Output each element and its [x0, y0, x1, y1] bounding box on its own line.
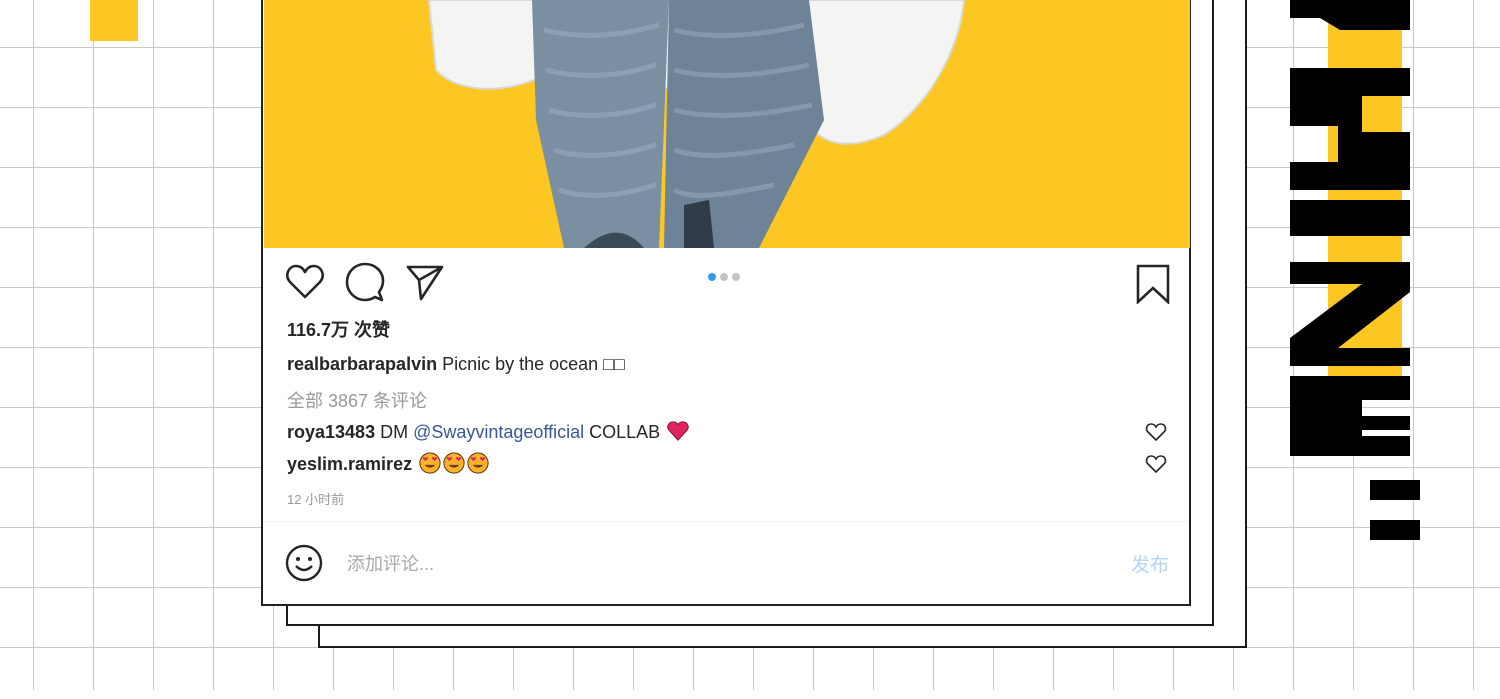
comment-text: DM [375, 422, 414, 442]
comment-text: COLLAB [584, 422, 666, 442]
mention-link[interactable]: @Swayvintageofficial [413, 422, 584, 442]
add-comment-bar: 发布 [285, 540, 1169, 590]
carousel-dot [720, 273, 728, 281]
carousel-dot-active [708, 273, 716, 281]
heart-eyes-emoji-icon [419, 452, 441, 474]
comment-row: yeslim.ramirez [287, 452, 1167, 478]
instagram-post-card: 116.7万 次赞 realbarbarapalvin Picnic by th… [261, 0, 1191, 606]
post-photo[interactable] [264, 0, 1190, 248]
comment-input[interactable] [347, 550, 1047, 578]
decorative-vertical-title [1280, 0, 1440, 560]
carousel-indicator [708, 273, 740, 281]
red-heart-icon [667, 421, 689, 441]
paper-plane-icon[interactable] [405, 262, 445, 302]
caption-username[interactable]: realbarbarapalvin [287, 354, 437, 374]
comment-bubble-icon[interactable] [345, 262, 385, 302]
heart-eyes-emoji-icon [443, 452, 465, 474]
page-bottom-edge [0, 690, 1500, 699]
decorative-yellow-block [90, 0, 138, 41]
fashion-model-illustration [427, 0, 966, 248]
heart-icon[interactable] [285, 262, 325, 302]
caption-text: Picnic by the ocean □□ [437, 354, 625, 374]
comment-heart-icon[interactable] [1145, 454, 1167, 474]
carousel-dot [732, 273, 740, 281]
comment-row: roya13483 DM @Swayvintageofficial COLLAB [287, 420, 1167, 446]
likes-count[interactable]: 116.7万 次赞 [287, 316, 390, 342]
comment-divider [264, 521, 1188, 522]
post-comment-button[interactable]: 发布 [1131, 550, 1169, 577]
heart-eyes-emoji-icon [467, 452, 489, 474]
size-wordmark-graphic [1290, 0, 1420, 540]
post-action-bar [285, 262, 1171, 306]
bookmark-icon[interactable] [1133, 264, 1173, 304]
post-caption: realbarbarapalvin Picnic by the ocean □□ [287, 354, 625, 375]
comment-heart-icon[interactable] [1145, 422, 1167, 442]
view-all-comments-link[interactable]: 全部 3867 条评论 [287, 387, 427, 413]
smiley-icon[interactable] [285, 544, 323, 582]
comment-username[interactable]: roya13483 [287, 422, 375, 442]
comment-username[interactable]: yeslim.ramirez [287, 454, 412, 474]
post-timestamp: 12 小时前 [287, 492, 345, 507]
